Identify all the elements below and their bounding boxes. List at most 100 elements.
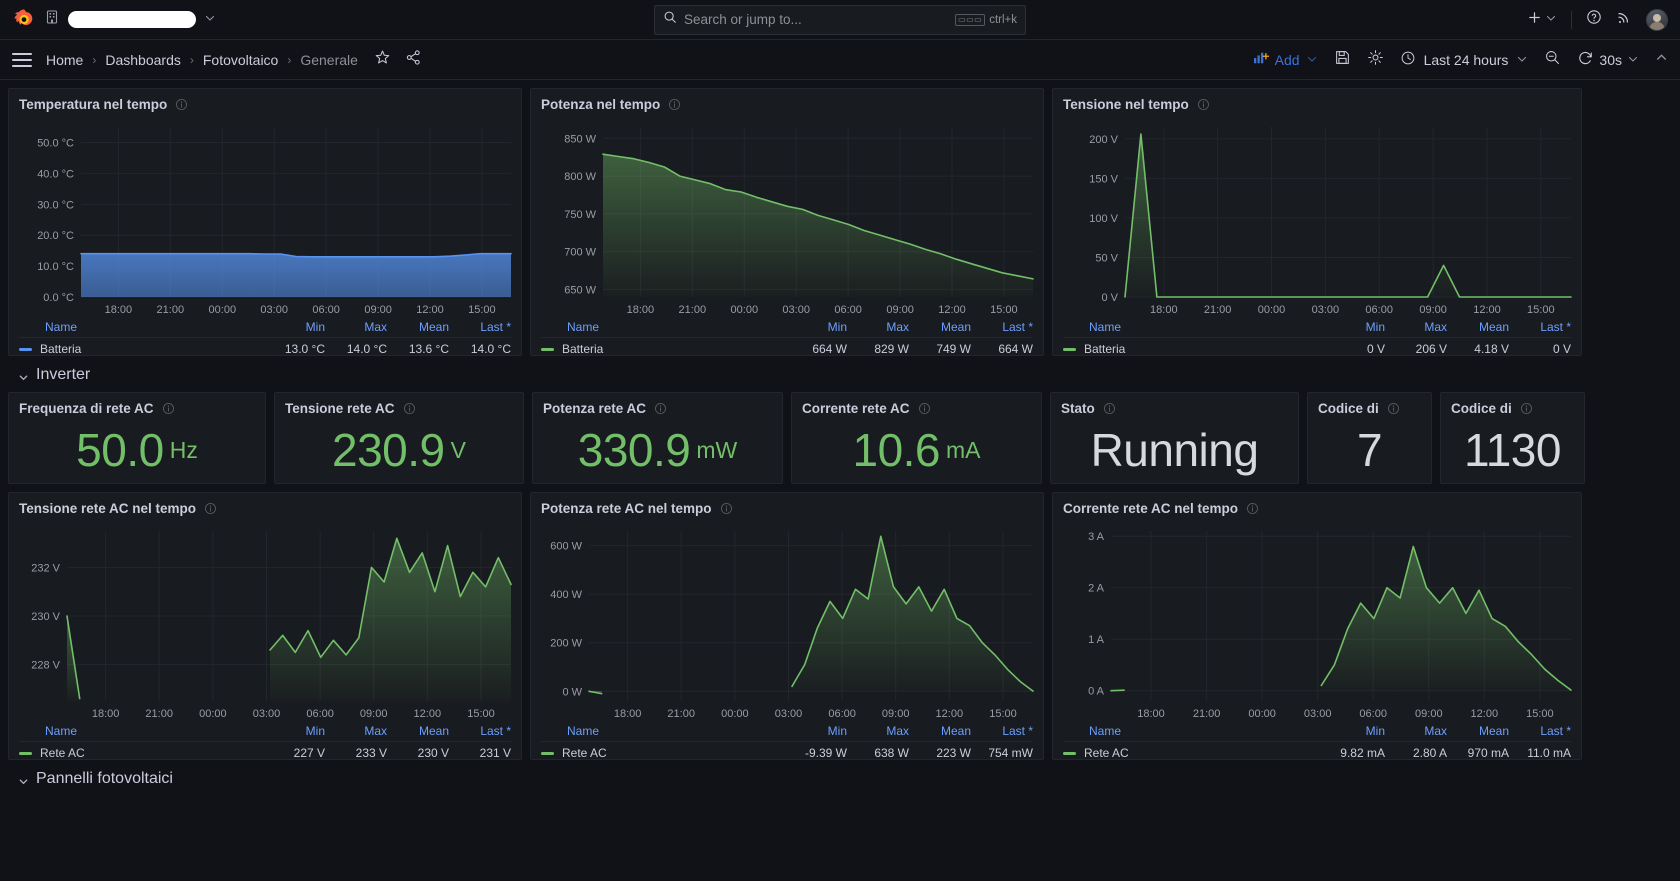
org-name-redacted[interactable]	[68, 11, 196, 28]
info-circle-icon[interactable]	[720, 502, 733, 515]
info-circle-icon[interactable]	[668, 98, 681, 111]
legend-col-min: Min	[827, 724, 847, 738]
refresh-icon[interactable]	[1577, 50, 1594, 70]
svg-text:03:00: 03:00	[1312, 304, 1340, 316]
panel-header[interactable]: Tensione nel tempo	[1053, 89, 1581, 119]
legend-series-row[interactable]: Rete AC 9.82 mA 2.80 A 970 mA 11.0 mA	[1063, 741, 1571, 760]
gear-icon[interactable]	[1367, 49, 1384, 71]
panel-header[interactable]: Codice di	[1441, 393, 1584, 423]
info-circle-icon[interactable]	[1246, 502, 1259, 515]
top-chart-row: Temperatura nel tempo 0.0 °C 10.0 °C 20.0 …	[8, 88, 1672, 356]
panel-header[interactable]: Tensione rete AC nel tempo	[9, 493, 521, 523]
chevron-up-icon[interactable]	[1655, 51, 1668, 69]
svg-text:06:00: 06:00	[828, 708, 856, 720]
panel-title: Codice di	[1451, 400, 1512, 416]
panel-plot[interactable]: 0.0 °C 10.0 °C 20.0 °C 30.0 °C 40.0 °C 50.0 °…	[9, 119, 521, 319]
legend-col-mean: Mean	[418, 724, 449, 738]
info-circle-icon[interactable]	[1520, 402, 1533, 415]
svg-text:21:00: 21:00	[679, 304, 707, 316]
info-circle-icon[interactable]	[918, 402, 931, 415]
topnav-left-cluster	[12, 8, 216, 32]
legend-series-row[interactable]: Rete AC -9.39 W 638 W 223 W 754 mW	[541, 741, 1033, 760]
svg-text:09:00: 09:00	[364, 304, 392, 316]
inverter-stat-row: Frequenza di rete AC 50.0 Hz Tensione re…	[8, 392, 1672, 484]
panel-plot[interactable]: 0 A 1 A 2 A 3 A 18:00 21:00 00:00 03:00 06:00 09:…	[1053, 523, 1581, 723]
legend-value-max: 14.0 °C	[346, 342, 387, 356]
panel-corrente-rete-ac-nel-tempo: Corrente rete AC nel tempo 0 A 1 A 2 A 3 A 1…	[1052, 492, 1582, 760]
panel-plot[interactable]: 228 V 230 V 232 V 18:00 21:00 00:00 03:00 06:00…	[9, 523, 521, 723]
panel-header[interactable]: Corrente rete AC nel tempo	[1053, 493, 1581, 523]
refresh-controls[interactable]: 30s	[1577, 50, 1639, 70]
stat-panel-codice-di: Codice di 1130	[1440, 392, 1585, 484]
info-circle-icon[interactable]	[1103, 402, 1116, 415]
add-panel-button[interactable]: Add	[1253, 51, 1318, 68]
legend-col-name: Name	[1089, 320, 1122, 334]
legend-col-name: Name	[45, 724, 78, 738]
hamburger-menu-icon[interactable]	[12, 52, 32, 67]
info-circle-icon[interactable]	[204, 502, 217, 515]
search-input[interactable]: Search or jump to... ▭▭▭ ctrl+k	[654, 4, 1026, 35]
panel-plot[interactable]: 0 W 200 W 400 W 600 W 18:00 21:00 00:00 03:00 06…	[531, 523, 1043, 723]
svg-text:0.0 °C: 0.0 °C	[43, 292, 74, 304]
legend-value-max: 2.80 A	[1412, 746, 1447, 760]
breadcrumb-item-fotovoltaico[interactable]: Fotovoltaico	[203, 52, 278, 68]
breadcrumb-item-home[interactable]: Home	[46, 52, 83, 68]
info-circle-icon[interactable]	[162, 402, 175, 415]
svg-text:750 W: 750 W	[564, 209, 596, 221]
rss-icon[interactable]	[1616, 9, 1632, 30]
stat-body: 50.0 Hz	[9, 423, 265, 483]
breadcrumb: Home › Dashboards › Fotovoltaico › Gener…	[46, 52, 358, 68]
stat-value: Running	[1090, 424, 1259, 476]
legend-series-row[interactable]: Rete AC 227 V 233 V 230 V 231 V	[19, 741, 511, 760]
panel-plot[interactable]: 650 W 700 W 750 W 800 W 850 W 18:00 21:00 00:00…	[531, 119, 1043, 319]
svg-text:15:00: 15:00	[468, 304, 496, 316]
grafana-logo-icon[interactable]	[12, 8, 36, 32]
panel-header[interactable]: Codice di	[1308, 393, 1431, 423]
legend-value-min: 0 V	[1366, 342, 1385, 356]
share-nodes-icon[interactable]	[405, 49, 422, 71]
magnifier-minus-icon[interactable]	[1544, 49, 1561, 71]
user-avatar[interactable]	[1646, 8, 1668, 31]
legend-col-name: Name	[45, 320, 78, 334]
svg-text:15:00: 15:00	[467, 708, 495, 720]
panel-header[interactable]: Frequenza di rete AC	[9, 393, 265, 423]
legend-series-row[interactable]: Batteria 0 V 206 V 4.18 V 0 V	[1063, 337, 1571, 356]
legend-series-row[interactable]: Batteria 13.0 °C 14.0 °C 13.6 °C 14.0 °C	[19, 337, 511, 356]
add-new-button[interactable]	[1527, 10, 1557, 30]
svg-text:30.0 °C: 30.0 °C	[37, 199, 74, 211]
stat-unit: mW	[696, 436, 738, 463]
info-circle-icon[interactable]	[403, 402, 416, 415]
svg-text:850 W: 850 W	[564, 133, 596, 145]
info-circle-icon[interactable]	[1387, 402, 1400, 415]
stat-body: 1130	[1441, 423, 1584, 483]
search-icon	[663, 10, 677, 29]
info-circle-icon[interactable]	[1197, 98, 1210, 111]
legend-series-row[interactable]: Batteria 664 W 829 W 749 W 664 W	[541, 337, 1033, 356]
svg-text:03:00: 03:00	[775, 708, 803, 720]
breadcrumb-item-dashboards[interactable]: Dashboards	[105, 52, 181, 68]
legend-value-min: 9.82 mA	[1340, 746, 1385, 760]
save-icon[interactable]	[1334, 49, 1351, 71]
svg-text:09:00: 09:00	[886, 304, 914, 316]
panel-header[interactable]: Potenza rete AC nel tempo	[531, 493, 1043, 523]
question-circle-icon[interactable]	[1586, 9, 1602, 30]
time-range-picker[interactable]: Last 24 hours	[1400, 50, 1529, 69]
search-shortcut-text: ctrl+k	[989, 13, 1017, 26]
panel-header[interactable]: Corrente rete AC	[792, 393, 1041, 423]
panel-header[interactable]: Temperatura nel tempo	[9, 89, 521, 119]
info-circle-icon[interactable]	[175, 98, 188, 111]
svg-text:18:00: 18:00	[1137, 708, 1165, 720]
panel-header[interactable]: Stato	[1051, 393, 1298, 423]
legend-value-last: 11.0 mA	[1527, 746, 1571, 760]
star-icon[interactable]	[374, 49, 391, 71]
chevron-down-icon	[1545, 11, 1557, 29]
panel-header[interactable]: Potenza rete AC	[533, 393, 782, 423]
legend-value-mean: 749 W	[936, 342, 971, 356]
chevron-down-icon[interactable]	[204, 11, 216, 29]
panel-header[interactable]: Potenza nel tempo	[531, 89, 1043, 119]
panel-legend: Name Min Max Mean Last * Batteria 0 V 206 V 4.18…	[1053, 319, 1581, 362]
legend-value-last: 664 W	[998, 342, 1033, 356]
panel-plot[interactable]: 0 V 50 V 100 V 150 V 200 V 18:00 21:00 00:00 03:…	[1053, 119, 1581, 319]
panel-header[interactable]: Tensione rete AC	[275, 393, 523, 423]
info-circle-icon[interactable]	[654, 402, 667, 415]
